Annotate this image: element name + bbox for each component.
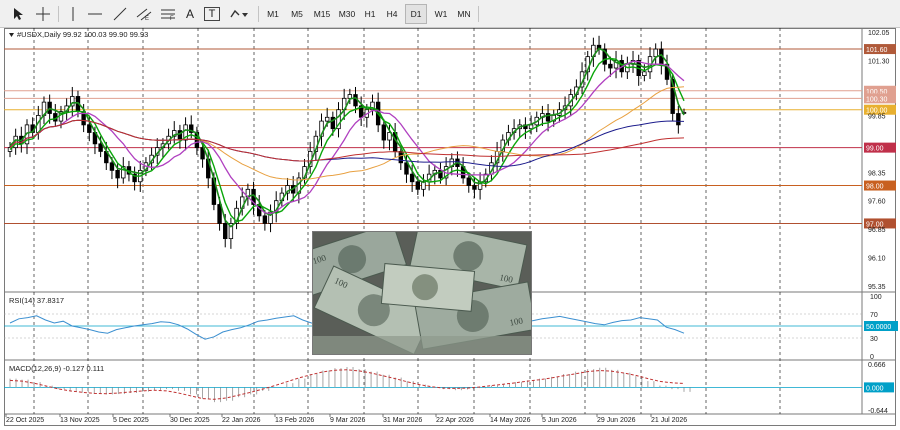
date-axis-label: 22 Oct 2025 — [6, 417, 44, 424]
timeframe-h1[interactable]: H1 — [360, 4, 380, 24]
timeframe-w1[interactable]: W1 — [430, 4, 452, 24]
price-axis-label: 101.30 — [868, 58, 890, 65]
candle-body — [415, 181, 420, 190]
candle-body — [642, 71, 647, 76]
candle-body — [98, 143, 103, 152]
date-axis-label: 21 Jul 2026 — [651, 417, 687, 424]
rsi-axis-label: 0 — [870, 354, 874, 361]
crosshair-icon[interactable] — [32, 4, 54, 24]
svg-text:E: E — [145, 16, 149, 21]
rsi-label: RSI(14) 37.8317 — [9, 296, 64, 305]
date-axis-label: 30 Dec 2025 — [170, 417, 210, 424]
date-axis-label: 31 Mar 2026 — [383, 417, 422, 424]
timeframe-d1[interactable]: D1 — [405, 4, 427, 24]
horizontal-line-icon[interactable] — [86, 4, 104, 24]
rsi-axis-label: 30 — [870, 336, 878, 343]
level-price-label: 101.60 — [866, 47, 888, 54]
candle-body — [381, 124, 387, 141]
vertical-line-icon[interactable] — [64, 4, 82, 24]
shapes-menu-icon[interactable] — [228, 4, 250, 24]
candle-body — [409, 173, 415, 183]
date-axis-label: 9 Mar 2026 — [330, 417, 366, 424]
rsi-axis-label: 70 — [870, 312, 878, 319]
price-axis-label: 97.60 — [868, 199, 886, 206]
date-axis-label: 13 Nov 2025 — [60, 417, 100, 424]
candle-body — [676, 113, 681, 126]
chart-canvas[interactable]: 101.60100.50100.30100.0099.0098.0097.001… — [0, 28, 900, 430]
timeframe-m1[interactable]: M1 — [263, 4, 283, 24]
date-axis-label: 5 Dec 2025 — [113, 417, 149, 424]
text-tool-icon[interactable]: A — [182, 4, 198, 24]
date-axis-label: 14 May 2026 — [490, 417, 531, 424]
timeframe-m30[interactable]: M30 — [336, 4, 358, 24]
chart-header: #USDX,Daily 99.92 100.03 99.90 99.93 — [17, 30, 148, 39]
candle-body — [472, 185, 477, 190]
price-axis-label: 102.05 — [868, 30, 890, 37]
date-axis-label: 13 Feb 2026 — [275, 417, 314, 424]
rsi-axis-label: 100 — [870, 294, 882, 301]
timeframe-m5[interactable]: M5 — [286, 4, 308, 24]
price-axis-label: 95.35 — [868, 284, 886, 291]
macd-axis-label: 0.000 — [866, 385, 884, 392]
level-price-label: 98.00 — [866, 184, 884, 191]
trendline-icon[interactable] — [110, 4, 130, 24]
candle-body — [109, 162, 115, 171]
candle-body — [115, 169, 120, 179]
candle-body — [466, 177, 471, 186]
candle-body — [653, 48, 658, 58]
price-axis-label: 98.35 — [868, 170, 886, 177]
macd-axis-label: -0.644 — [868, 408, 888, 415]
date-axis-label: 29 Jun 2026 — [597, 417, 636, 424]
candle-body — [347, 94, 353, 99]
candle-body — [87, 124, 92, 133]
level-price-label: 99.00 — [866, 146, 884, 153]
fibonacci-icon[interactable]: F — [158, 4, 178, 24]
equidistant-channel-icon[interactable]: E — [134, 4, 154, 24]
candle-body — [324, 116, 330, 122]
candle-body — [528, 124, 534, 130]
ma-red-line — [9, 119, 685, 162]
macd-axis-label: 0.666 — [868, 362, 886, 369]
collapse-triangle-icon — [9, 33, 14, 37]
level-price-label: 100.30 — [866, 96, 888, 103]
candle-body — [223, 223, 228, 240]
timeframe-mn[interactable]: MN — [454, 4, 474, 24]
text-label-icon[interactable]: T — [204, 7, 220, 21]
toolbar: E F A T M1 M5 M15 M30 H1 H4 D1 W1 MN — [0, 0, 900, 28]
us-dollar-banknotes-image: 100 100 100 100 — [312, 231, 532, 355]
date-axis-label: 22 Apr 2026 — [436, 417, 474, 424]
svg-text:F: F — [170, 16, 174, 21]
candle-body — [398, 151, 404, 164]
macd-label: MACD(12,26,9) -0.127 0.111 — [9, 364, 104, 373]
date-axis-label: 5 Jun 2026 — [542, 417, 577, 424]
candle-body — [262, 215, 268, 224]
candle-body — [608, 63, 613, 69]
price-axis-label: 99.85 — [868, 113, 886, 120]
price-axis-label: 96.85 — [868, 227, 886, 234]
timeframe-m15[interactable]: M15 — [310, 4, 334, 24]
timeframe-h4[interactable]: H4 — [382, 4, 402, 24]
cursor-arrow-icon[interactable] — [8, 4, 28, 24]
price-axis-label: 96.10 — [868, 256, 886, 263]
date-axis-label: 22 Jan 2026 — [222, 417, 261, 424]
rsi-axis-label: 50.0000 — [866, 324, 891, 331]
